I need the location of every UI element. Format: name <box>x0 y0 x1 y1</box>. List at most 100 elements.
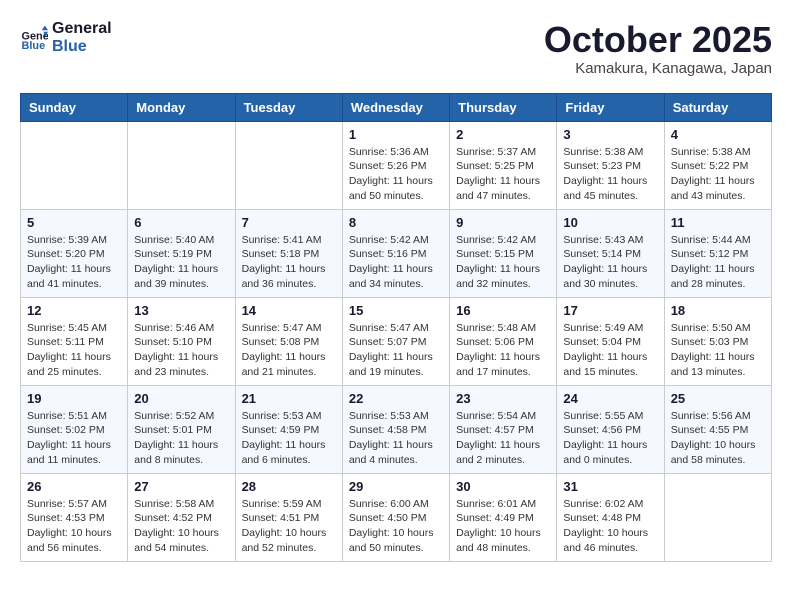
day-info: Sunrise: 6:01 AM Sunset: 4:49 PM Dayligh… <box>456 497 550 556</box>
day-number: 21 <box>242 391 336 406</box>
week-row-5: 26 Sunrise: 5:57 AM Sunset: 4:53 PM Dayli… <box>21 473 772 561</box>
title-block: October 2025 Kamakura, Kanagawa, Japan <box>544 20 772 77</box>
day-info: Sunrise: 5:54 AM Sunset: 4:57 PM Dayligh… <box>456 409 550 468</box>
logo-line2: Blue <box>52 38 112 56</box>
day-number: 15 <box>349 303 443 318</box>
day-info: Sunrise: 5:52 AM Sunset: 5:01 PM Dayligh… <box>134 409 228 468</box>
calendar-cell: 25Sunrise: 5:56 AM Sunset: 4:55 PM Dayli… <box>664 385 771 473</box>
day-info: Sunrise: 5:41 AM Sunset: 5:18 PM Dayligh… <box>242 233 336 292</box>
day-number: 13 <box>134 303 228 318</box>
day-info: Sunrise: 5:36 AM Sunset: 5:26 PM Dayligh… <box>349 145 443 204</box>
day-number: 17 <box>563 303 657 318</box>
svg-text:Blue: Blue <box>22 39 46 51</box>
calendar-cell: 9 Sunrise: 5:42 AM Sunset: 5:15 PM Daylig… <box>450 209 557 297</box>
logo-line1: General <box>52 20 112 38</box>
weekday-header-sunday: Sunday <box>21 93 128 121</box>
day-number: 11 <box>671 215 765 230</box>
day-number: 3 <box>563 127 657 142</box>
calendar-cell <box>235 121 342 209</box>
calendar-cell: 11Sunrise: 5:44 AM Sunset: 5:12 PM Dayli… <box>664 209 771 297</box>
weekday-header-tuesday: Tuesday <box>235 93 342 121</box>
calendar-cell <box>128 121 235 209</box>
calendar-cell: 22Sunrise: 5:53 AM Sunset: 4:58 PM Dayli… <box>342 385 449 473</box>
calendar-cell <box>21 121 128 209</box>
calendar-cell: 29Sunrise: 6:00 AM Sunset: 4:50 PM Dayli… <box>342 473 449 561</box>
day-info: Sunrise: 6:00 AM Sunset: 4:50 PM Dayligh… <box>349 497 443 556</box>
calendar-cell: 10 Sunrise: 5:43 AM Sunset: 5:14 PM Dayli… <box>557 209 664 297</box>
day-number: 28 <box>242 479 336 494</box>
calendar-cell: 18Sunrise: 5:50 AM Sunset: 5:03 PM Dayli… <box>664 297 771 385</box>
weekday-header-friday: Friday <box>557 93 664 121</box>
calendar-cell: 12 Sunrise: 5:45 AM Sunset: 5:11 PM Dayli… <box>21 297 128 385</box>
location: Kamakura, Kanagawa, Japan <box>544 60 772 77</box>
day-info: Sunrise: 5:43 AM Sunset: 5:14 PM Dayligh… <box>563 233 657 292</box>
calendar-cell: 13 Sunrise: 5:46 AM Sunset: 5:10 PM Dayli… <box>128 297 235 385</box>
day-info: Sunrise: 5:57 AM Sunset: 4:53 PM Dayligh… <box>27 497 121 556</box>
day-info: Sunrise: 5:45 AM Sunset: 5:11 PM Dayligh… <box>27 321 121 380</box>
day-number: 23 <box>456 391 550 406</box>
day-number: 10 <box>563 215 657 230</box>
calendar-cell: 2 Sunrise: 5:37 AM Sunset: 5:25 PM Daylig… <box>450 121 557 209</box>
calendar-cell: 14Sunrise: 5:47 AM Sunset: 5:08 PM Dayli… <box>235 297 342 385</box>
calendar-cell: 6Sunrise: 5:40 AM Sunset: 5:19 PM Daylig… <box>128 209 235 297</box>
logo-icon: General Blue <box>20 24 48 52</box>
calendar-cell: 26 Sunrise: 5:57 AM Sunset: 4:53 PM Dayli… <box>21 473 128 561</box>
day-number: 20 <box>134 391 228 406</box>
calendar-cell: 31 Sunrise: 6:02 AM Sunset: 4:48 PM Dayli… <box>557 473 664 561</box>
day-number: 19 <box>27 391 121 406</box>
day-info: Sunrise: 6:02 AM Sunset: 4:48 PM Dayligh… <box>563 497 657 556</box>
day-info: Sunrise: 5:42 AM Sunset: 5:15 PM Dayligh… <box>456 233 550 292</box>
day-number: 7 <box>242 215 336 230</box>
day-number: 14 <box>242 303 336 318</box>
weekday-header-thursday: Thursday <box>450 93 557 121</box>
day-info: Sunrise: 5:38 AM Sunset: 5:22 PM Dayligh… <box>671 145 765 204</box>
page-header: General Blue General Blue October 2025 K… <box>20 20 772 77</box>
logo: General Blue General Blue <box>20 20 112 55</box>
day-info: Sunrise: 5:56 AM Sunset: 4:55 PM Dayligh… <box>671 409 765 468</box>
day-number: 16 <box>456 303 550 318</box>
day-number: 9 <box>456 215 550 230</box>
calendar-cell: 20 Sunrise: 5:52 AM Sunset: 5:01 PM Dayli… <box>128 385 235 473</box>
calendar-cell: 1 Sunrise: 5:36 AM Sunset: 5:26 PM Daylig… <box>342 121 449 209</box>
day-info: Sunrise: 5:48 AM Sunset: 5:06 PM Dayligh… <box>456 321 550 380</box>
day-number: 8 <box>349 215 443 230</box>
calendar-cell: 21 Sunrise: 5:53 AM Sunset: 4:59 PM Dayli… <box>235 385 342 473</box>
week-row-2: 5Sunrise: 5:39 AM Sunset: 5:20 PM Daylig… <box>21 209 772 297</box>
week-row-4: 19 Sunrise: 5:51 AM Sunset: 5:02 PM Dayli… <box>21 385 772 473</box>
day-number: 2 <box>456 127 550 142</box>
day-info: Sunrise: 5:50 AM Sunset: 5:03 PM Dayligh… <box>671 321 765 380</box>
day-info: Sunrise: 5:51 AM Sunset: 5:02 PM Dayligh… <box>27 409 121 468</box>
day-info: Sunrise: 5:47 AM Sunset: 5:07 PM Dayligh… <box>349 321 443 380</box>
weekday-header-saturday: Saturday <box>664 93 771 121</box>
day-info: Sunrise: 5:39 AM Sunset: 5:20 PM Dayligh… <box>27 233 121 292</box>
weekday-header-row: SundayMondayTuesdayWednesdayThursdayFrid… <box>21 93 772 121</box>
day-number: 12 <box>27 303 121 318</box>
day-number: 24 <box>563 391 657 406</box>
calendar-cell: 24 Sunrise: 5:55 AM Sunset: 4:56 PM Dayli… <box>557 385 664 473</box>
calendar-cell <box>664 473 771 561</box>
day-number: 26 <box>27 479 121 494</box>
day-number: 31 <box>563 479 657 494</box>
calendar-cell: 23 Sunrise: 5:54 AM Sunset: 4:57 PM Dayli… <box>450 385 557 473</box>
day-number: 1 <box>349 127 443 142</box>
day-number: 4 <box>671 127 765 142</box>
calendar-cell: 5Sunrise: 5:39 AM Sunset: 5:20 PM Daylig… <box>21 209 128 297</box>
day-info: Sunrise: 5:55 AM Sunset: 4:56 PM Dayligh… <box>563 409 657 468</box>
day-info: Sunrise: 5:53 AM Sunset: 4:59 PM Dayligh… <box>242 409 336 468</box>
calendar-cell: 7 Sunrise: 5:41 AM Sunset: 5:18 PM Daylig… <box>235 209 342 297</box>
day-number: 30 <box>456 479 550 494</box>
calendar-cell: 28Sunrise: 5:59 AM Sunset: 4:51 PM Dayli… <box>235 473 342 561</box>
calendar-cell: 3Sunrise: 5:38 AM Sunset: 5:23 PM Daylig… <box>557 121 664 209</box>
calendar-cell: 17 Sunrise: 5:49 AM Sunset: 5:04 PM Dayli… <box>557 297 664 385</box>
week-row-1: 1 Sunrise: 5:36 AM Sunset: 5:26 PM Daylig… <box>21 121 772 209</box>
day-info: Sunrise: 5:53 AM Sunset: 4:58 PM Dayligh… <box>349 409 443 468</box>
calendar-cell: 19 Sunrise: 5:51 AM Sunset: 5:02 PM Dayli… <box>21 385 128 473</box>
month-title: October 2025 <box>544 20 772 60</box>
calendar-table: SundayMondayTuesdayWednesdayThursdayFrid… <box>20 93 772 562</box>
day-number: 6 <box>134 215 228 230</box>
day-info: Sunrise: 5:37 AM Sunset: 5:25 PM Dayligh… <box>456 145 550 204</box>
day-info: Sunrise: 5:46 AM Sunset: 5:10 PM Dayligh… <box>134 321 228 380</box>
calendar-cell: 4 Sunrise: 5:38 AM Sunset: 5:22 PM Daylig… <box>664 121 771 209</box>
day-info: Sunrise: 5:49 AM Sunset: 5:04 PM Dayligh… <box>563 321 657 380</box>
day-info: Sunrise: 5:58 AM Sunset: 4:52 PM Dayligh… <box>134 497 228 556</box>
